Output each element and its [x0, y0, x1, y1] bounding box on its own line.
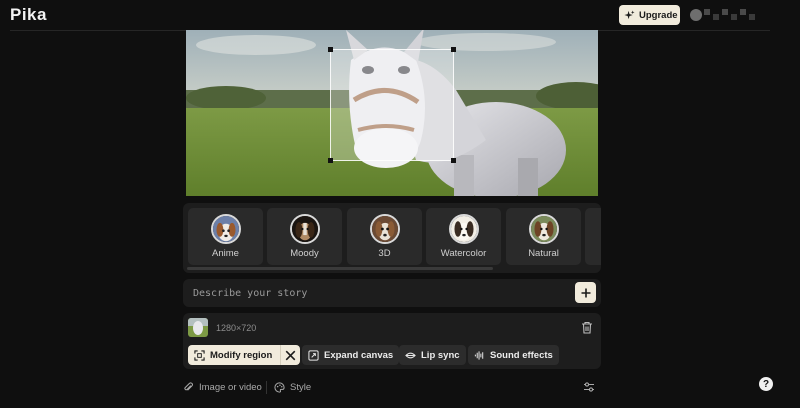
modify-region-icon: [194, 349, 205, 361]
resize-handle-top-right[interactable]: [451, 47, 456, 52]
style-card-watercolor[interactable]: Watercolor: [426, 208, 501, 265]
pika-logo[interactable]: Pika: [10, 5, 47, 25]
resize-handle-bottom-left[interactable]: [328, 158, 333, 163]
style-thumbnail: [210, 214, 241, 244]
add-button[interactable]: [575, 282, 596, 303]
style-thumbnail: [528, 214, 559, 244]
lip-sync-icon: [405, 352, 416, 358]
sparkle-icon: [624, 9, 635, 19]
expand-canvas-icon: [308, 349, 319, 361]
media-thumbnail[interactable]: [188, 318, 208, 337]
expand-canvas-label: Expand canvas: [324, 349, 394, 361]
style-card-3d[interactable]: 3D: [347, 208, 422, 265]
region-selection-box[interactable]: [328, 47, 456, 163]
expand-canvas-button[interactable]: Expand canvas: [302, 345, 400, 365]
style-thumbnail: [369, 214, 400, 244]
sound-effects-label: Sound effects: [490, 349, 553, 361]
image-preview: [186, 30, 598, 196]
footer-divider: [266, 381, 267, 394]
app-header: Pika Upgrade: [0, 0, 800, 31]
palette-icon: [274, 382, 285, 393]
prompt-input[interactable]: [193, 285, 563, 301]
style-label-natural: Natural: [528, 248, 559, 259]
plus-icon: [581, 288, 590, 297]
sound-effects-button[interactable]: Sound effects: [468, 345, 559, 365]
style-label-watercolor: Watercolor: [440, 248, 487, 259]
trash-icon[interactable]: [581, 321, 593, 334]
style-label-moody: Moody: [290, 248, 319, 259]
style-label-anime: Anime: [212, 248, 239, 259]
lip-sync-label: Lip sync: [421, 349, 460, 361]
upgrade-button[interactable]: Upgrade: [619, 5, 680, 25]
modify-region-label: Modify region: [210, 349, 273, 361]
style-presets-panel: Anime Moody 3D Watercolor Natural: [183, 203, 601, 273]
paperclip-icon: [184, 382, 193, 391]
resize-handle-bottom-right[interactable]: [451, 158, 456, 163]
help-button[interactable]: ?: [759, 377, 773, 391]
tools-panel: 1280×720 Modify region Expand canvas Lip…: [183, 313, 601, 369]
style-card-partial[interactable]: [585, 208, 601, 265]
style-thumbnail: [289, 214, 320, 244]
image-or-video-label: Image or video: [199, 382, 262, 393]
upgrade-label: Upgrade: [639, 9, 678, 21]
settings-sliders-icon[interactable]: [583, 381, 595, 393]
close-icon: [285, 350, 296, 360]
sound-effects-icon: [474, 350, 484, 360]
account-name-redacted[interactable]: [704, 9, 755, 20]
style-button[interactable]: Style: [274, 382, 311, 393]
style-scrollbar[interactable]: [187, 267, 493, 270]
style-card-anime[interactable]: Anime: [188, 208, 263, 265]
style-label-3d: 3D: [378, 248, 391, 259]
close-modify-region-button[interactable]: [280, 345, 300, 365]
media-dimensions: 1280×720: [216, 323, 257, 333]
prompt-box: [183, 279, 601, 307]
resize-handle-top-left[interactable]: [328, 47, 333, 52]
style-card-moody[interactable]: Moody: [267, 208, 342, 265]
modify-region-chip[interactable]: Modify region: [188, 345, 301, 365]
style-card-natural[interactable]: Natural: [506, 208, 581, 265]
lip-sync-button[interactable]: Lip sync: [399, 345, 466, 365]
style-thumbnail: [448, 214, 479, 244]
image-or-video-button[interactable]: Image or video: [183, 382, 262, 393]
style-label: Style: [290, 382, 312, 393]
avatar[interactable]: [690, 9, 702, 21]
